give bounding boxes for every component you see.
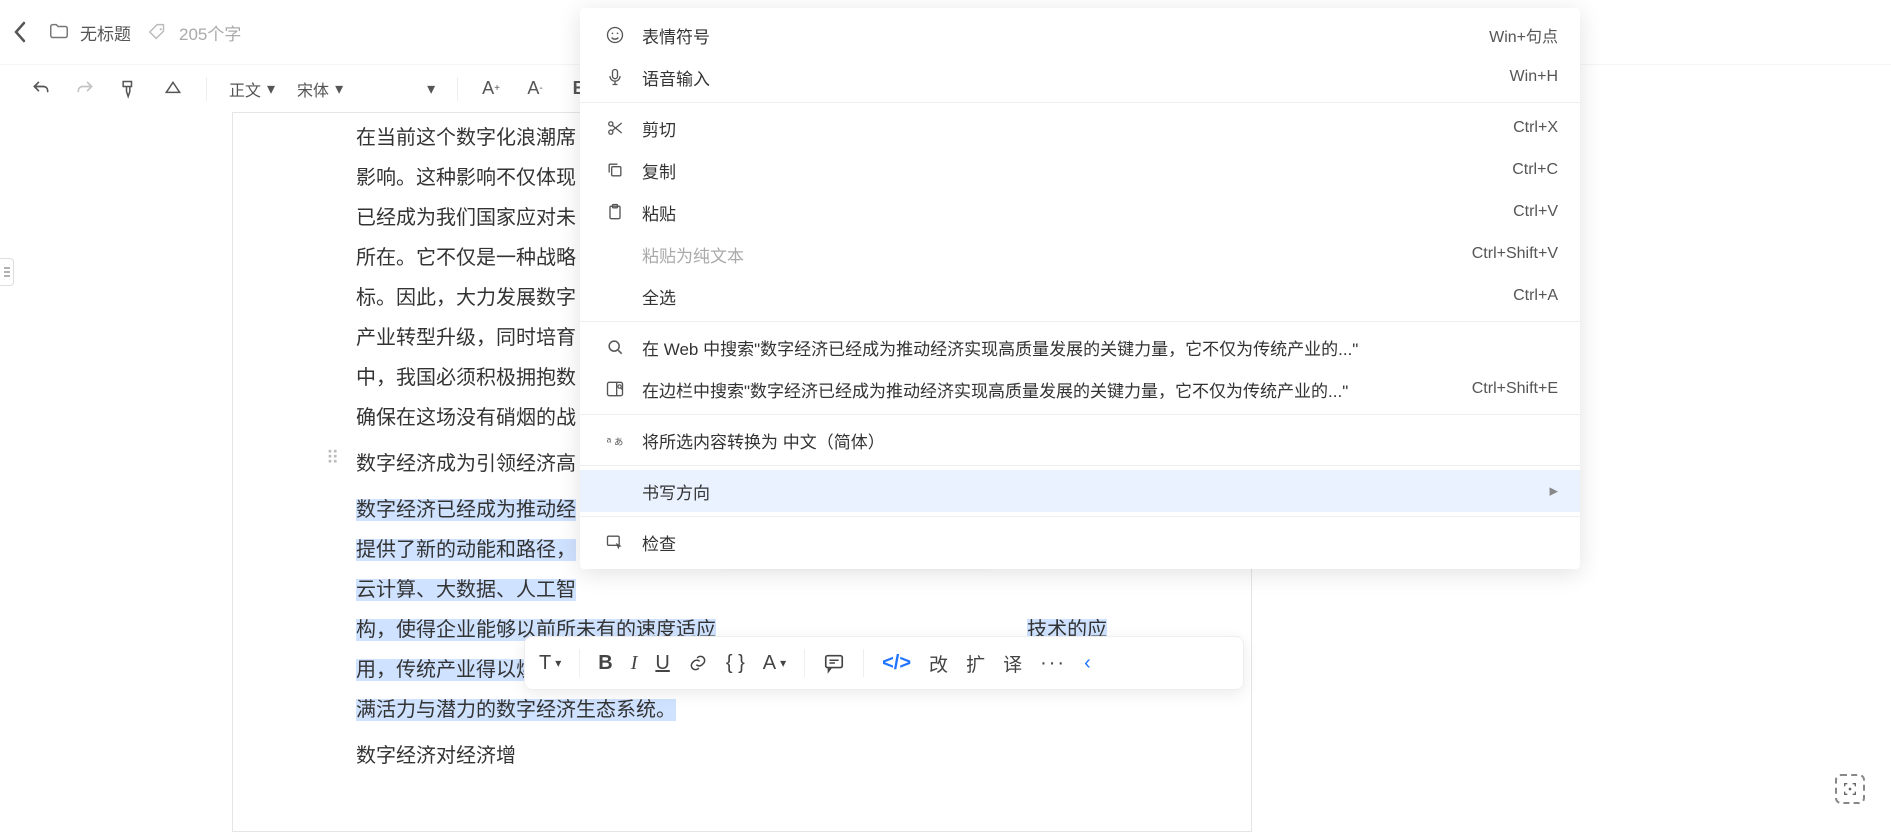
translate-button[interactable]: 译 [1003,650,1022,677]
menu-item-shortcut: Ctrl+Shift+E [1472,380,1558,398]
menu-item-paste[interactable]: 粘贴Ctrl+V [580,191,1580,233]
back-button[interactable] [8,20,32,44]
menu-item-label: 剪切 [642,116,1513,141]
search-icon [602,337,628,357]
font-family-select[interactable]: 宋体▾ [297,77,343,101]
selected-text: 提供了新的动能和路径， [356,539,576,561]
menu-item-label: 在 Web 中搜索"数字经济已经成为推动经济实现高质量发展的关键力量，它不仅为传… [642,335,1558,360]
selection-toolbar: T▾ B I U { } A▾ </> 改 扩 译 ··· ‹ [524,636,1244,690]
menu-separator [580,102,1580,103]
braces-button[interactable]: { } [726,652,745,675]
menu-item-shortcut: Ctrl+Shift+V [1472,245,1558,263]
text-style-button[interactable]: T▾ [539,652,561,675]
clipboard-icon [602,202,628,222]
menu-item-translate[interactable]: aあ将所选内容转换为 中文（简体） [580,419,1580,461]
clear-format-button[interactable] [162,78,184,100]
menu-item-shortcut: Ctrl+A [1513,287,1558,305]
more-button[interactable]: ··· [1040,652,1066,675]
smile-icon [602,25,628,45]
comment-button[interactable] [823,652,845,674]
collapse-toolbar-button[interactable]: ‹ [1084,652,1104,675]
format-paint-button[interactable] [118,78,140,100]
left-panel-toggle[interactable] [0,258,14,286]
menu-item-shortcut: Win+句点 [1489,23,1558,47]
code-button[interactable]: </> [882,652,911,675]
decrease-font-button[interactable]: A- [524,78,546,100]
expand-button[interactable]: 扩 [966,650,985,677]
link-button[interactable] [688,653,708,673]
font-color-button[interactable]: A▾ [763,652,786,675]
menu-item-cut[interactable]: 剪切Ctrl+X [580,107,1580,149]
menu-item-label: 将所选内容转换为 中文（简体） [642,428,1558,453]
toolbar-divider [863,649,864,677]
menu-item-label: 书写方向 [642,479,1539,504]
undo-button[interactable] [30,78,52,100]
menu-item-label: 粘贴 [642,200,1513,225]
selected-text: 云计算、大数据、人工智 [356,579,576,601]
menu-item-copy[interactable]: 复制Ctrl+C [580,149,1580,191]
menu-item-emoji[interactable]: 表情符号Win+句点 [580,14,1580,56]
menu-item-sidebar-search[interactable]: 在边栏中搜索"数字经济已经成为推动经济实现高质量发展的关键力量，它不仅为传统产业… [580,368,1580,410]
screenshot-button[interactable] [1835,774,1865,804]
svg-text:あ: あ [614,437,623,447]
menu-item-web-search[interactable]: 在 Web 中搜索"数字经济已经成为推动经济实现高质量发展的关键力量，它不仅为传… [580,326,1580,368]
menu-item-writing-dir[interactable]: 书写方向 ▸ [580,470,1580,512]
menu-item-shortcut: Ctrl+C [1512,161,1558,179]
context-menu: 表情符号Win+句点语音输入Win+H剪切Ctrl+X复制Ctrl+C粘贴Ctr… [580,8,1580,569]
menu-item-label: 复制 [642,158,1512,183]
rewrite-button[interactable]: 改 [929,650,948,677]
menu-item-label: 检查 [642,530,1558,555]
block-drag-handle[interactable]: ⠿ [326,448,341,469]
menu-item-label: 粘贴为纯文本 [642,242,1472,267]
toolbar-divider [206,77,207,101]
document-title: 无标题 [80,20,131,45]
word-count-group[interactable]: 205个字 [147,20,241,45]
menu-separator [580,414,1580,415]
document-title-group[interactable]: 无标题 [48,20,131,45]
menu-separator [580,465,1580,466]
sidebar-icon [602,379,628,399]
menu-item-label: 语音输入 [642,65,1510,90]
scissors-icon [602,118,628,138]
italic-button[interactable]: I [631,652,638,675]
menu-separator [580,516,1580,517]
toolbar-divider [579,649,580,677]
menu-item-label: 表情符号 [642,23,1489,48]
font-size-select[interactable]: ▾ [365,79,435,99]
menu-item-paste-plain: 粘贴为纯文本Ctrl+Shift+V [580,233,1580,275]
menu-item-label: 在边栏中搜索"数字经济已经成为推动经济实现高质量发展的关键力量，它不仅为传统产业… [642,377,1472,402]
menu-item-shortcut: Win+H [1510,68,1558,86]
menu-item-select-all[interactable]: 全选Ctrl+A [580,275,1580,317]
selected-text: 数字经济已经成为推动经 [356,499,576,521]
chevron-down-icon: ▾ [427,79,435,99]
mic-icon [602,67,628,87]
word-count: 205个字 [179,20,241,45]
menu-item-shortcut: Ctrl+X [1513,119,1558,137]
inspect-icon [602,532,628,552]
chevron-down-icon: ▾ [267,79,275,99]
menu-separator [580,321,1580,322]
chevron-right-icon: ▸ [1549,481,1558,501]
svg-text:a: a [607,435,612,445]
underline-button[interactable]: U [655,652,669,675]
bold-button[interactable]: B [598,652,612,675]
toolbar-divider [457,77,458,101]
redo-button[interactable] [74,78,96,100]
menu-item-voice[interactable]: 语音输入Win+H [580,56,1580,98]
tag-icon [147,21,169,43]
folder-icon [48,21,70,43]
menu-item-inspect[interactable]: 检查 [580,521,1580,563]
chevron-down-icon: ▾ [335,79,343,99]
selected-text: 满活力与潜力的数字经济生态系统。 [356,699,676,721]
menu-item-label: 全选 [642,284,1513,309]
copy-icon [602,160,628,180]
increase-font-button[interactable]: A+ [480,78,502,100]
lang-icon: aあ [602,430,628,450]
toolbar-divider [804,649,805,677]
paragraph-style-select[interactable]: 正文▾ [229,77,275,101]
menu-item-shortcut: Ctrl+V [1513,203,1558,221]
paragraph-line: 数字经济对经济增 [356,736,1126,776]
